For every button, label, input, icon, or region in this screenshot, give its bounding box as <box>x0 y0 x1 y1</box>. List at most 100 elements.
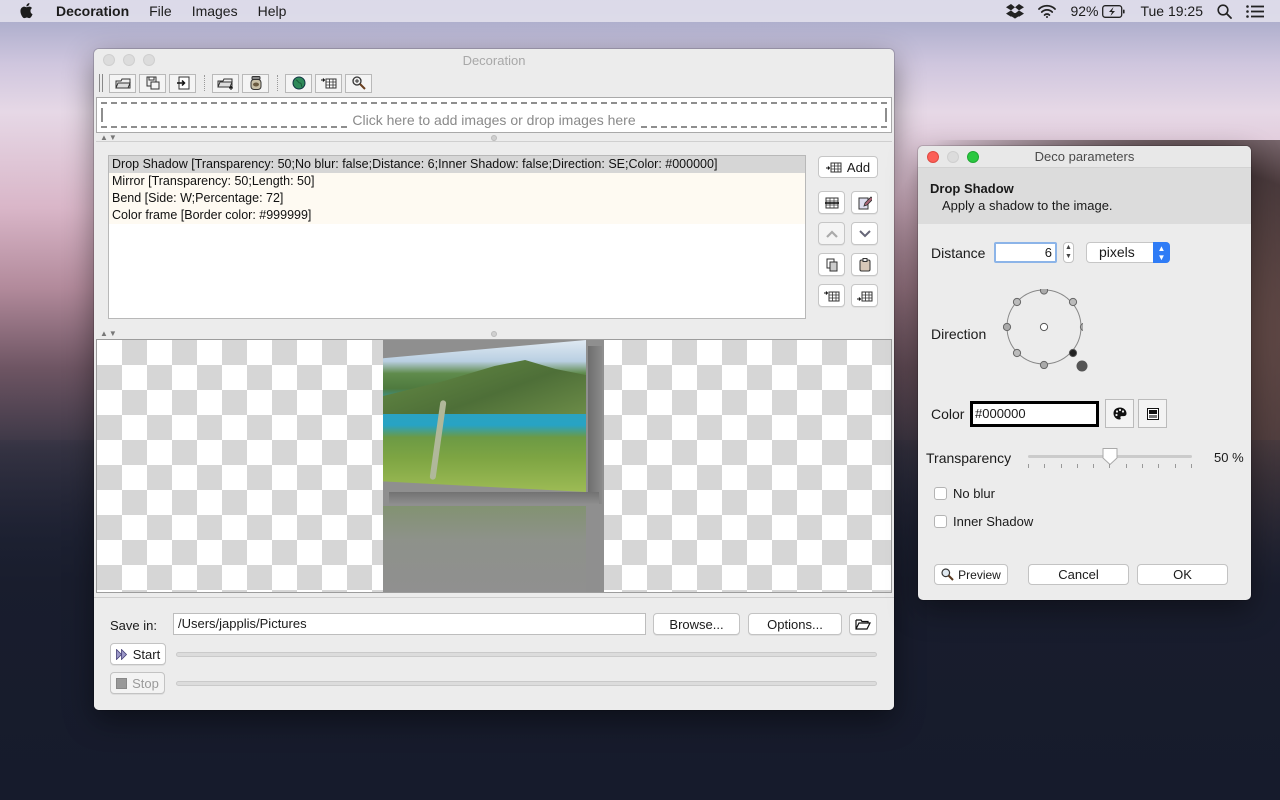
dialog-titlebar[interactable]: Deco parameters <box>918 146 1251 168</box>
color-input[interactable]: #000000 <box>970 401 1099 427</box>
decoration-description: Apply a shadow to the image. <box>942 198 1113 213</box>
color-chooser-icon <box>1146 407 1159 420</box>
decoration-item[interactable]: Color frame [Border color: #999999] <box>109 207 805 224</box>
dropbox-icon[interactable] <box>1006 3 1025 19</box>
start-button[interactable]: Start <box>110 643 166 665</box>
color-picker-button[interactable] <box>1138 399 1167 428</box>
direction-se[interactable] <box>1068 348 1078 358</box>
window-titlebar[interactable]: Decoration <box>94 49 894 71</box>
insert-table-icon <box>320 78 336 89</box>
toolbar-grip[interactable] <box>99 74 103 92</box>
copy-decoration-button[interactable] <box>818 253 845 276</box>
browse-button[interactable]: Browse... <box>653 613 740 635</box>
start-label: Start <box>132 646 161 662</box>
direction-e[interactable] <box>1079 323 1083 331</box>
jar-button[interactable] <box>242 73 269 93</box>
notification-center-icon[interactable] <box>1246 4 1264 18</box>
direction-wheel[interactable] <box>1003 289 1083 369</box>
save-in-label: Save in: <box>110 618 157 633</box>
save-button[interactable] <box>139 73 166 93</box>
decoration-item[interactable]: Mirror [Transparency: 50;Length: 50] <box>109 173 805 190</box>
dialog-zoom-button[interactable] <box>967 151 979 163</box>
photo-mountain <box>383 360 586 414</box>
add-folder-button[interactable] <box>212 73 239 93</box>
preview-button[interactable]: Preview <box>934 564 1008 585</box>
stop-button[interactable]: Stop <box>110 672 165 694</box>
drop-zone-text: Click here to add images or drop images … <box>350 112 638 128</box>
distance-stepper[interactable]: ▲ ▼ <box>1063 242 1074 263</box>
web-button[interactable] <box>285 73 312 93</box>
cancel-label: Cancel <box>1058 567 1099 582</box>
palette-icon <box>1113 407 1126 420</box>
ok-button[interactable]: OK <box>1137 564 1228 585</box>
cancel-button[interactable]: Cancel <box>1028 564 1129 585</box>
drop-zone-border: Click here to add images or drop images … <box>101 102 887 128</box>
menu-images[interactable]: Images <box>192 3 238 19</box>
toolbar-separator <box>277 75 278 91</box>
dialog-minimize-button[interactable] <box>947 151 959 163</box>
move-down-button[interactable] <box>851 222 878 245</box>
zoom-button[interactable] <box>143 54 155 66</box>
color-palette-button[interactable] <box>1105 399 1134 428</box>
insert-after-icon <box>856 291 872 301</box>
add-table-icon <box>825 162 842 173</box>
splitter-handle-2[interactable] <box>491 331 497 337</box>
direction-s[interactable] <box>1039 360 1049 369</box>
options-button[interactable]: Options... <box>748 613 842 635</box>
save-path-input[interactable]: /Users/japplis/Pictures <box>173 613 646 635</box>
wifi-icon[interactable] <box>1038 4 1057 18</box>
no-blur-label: No blur <box>953 486 995 501</box>
close-button[interactable] <box>103 54 115 66</box>
distance-input[interactable]: 6 <box>994 242 1057 263</box>
image-preview <box>96 339 892 593</box>
decoration-item[interactable]: Bend [Side: W;Percentage: 72] <box>109 190 805 207</box>
spotlight-search-icon[interactable] <box>1217 3 1232 19</box>
stop-label: Stop <box>132 675 159 691</box>
paste-decoration-button[interactable] <box>851 253 878 276</box>
dialog-close-button[interactable] <box>927 151 939 163</box>
menu-file[interactable]: File <box>149 3 172 19</box>
menu-help[interactable]: Help <box>258 3 287 19</box>
image-drop-zone[interactable]: Click here to add images or drop images … <box>96 97 892 133</box>
decoration-item[interactable]: Drop Shadow [Transparency: 50;No blur: f… <box>109 156 805 173</box>
direction-w[interactable] <box>1003 322 1012 332</box>
move-up-button[interactable] <box>818 222 845 245</box>
minimize-button[interactable] <box>123 54 135 66</box>
splitter-arrows-2[interactable]: ▲▼ <box>100 329 118 338</box>
direction-n[interactable] <box>1039 289 1049 295</box>
open-button[interactable] <box>109 73 136 93</box>
save-icon <box>146 76 159 90</box>
zoom-preview-button[interactable] <box>345 73 372 93</box>
insert-after-button[interactable] <box>851 284 878 307</box>
insert-table-button[interactable] <box>315 73 342 93</box>
battery-charging-icon[interactable] <box>1102 4 1126 18</box>
import-button[interactable] <box>169 73 196 93</box>
window-title: Decoration <box>462 52 526 68</box>
transparency-value: 50 % <box>1214 450 1244 465</box>
decoration-window: Decoration Click here to add images or d… <box>94 49 894 710</box>
clock[interactable]: Tue 19:25 <box>1140 3 1203 19</box>
edit-decoration-button[interactable] <box>851 191 878 214</box>
menu-app-name[interactable]: Decoration <box>56 3 129 19</box>
direction-center[interactable] <box>1039 322 1049 332</box>
no-blur-checkbox[interactable] <box>934 487 947 500</box>
inner-shadow-checkbox[interactable] <box>934 515 947 528</box>
preview-photo <box>383 340 586 492</box>
open-folder-button[interactable] <box>849 613 877 635</box>
decoration-name: Drop Shadow <box>930 181 1014 196</box>
insert-before-button[interactable] <box>818 284 845 307</box>
import-icon <box>176 76 189 90</box>
remove-icon <box>824 197 839 208</box>
direction-nw[interactable] <box>1012 297 1022 307</box>
magnifier-icon <box>941 568 954 581</box>
ok-label: OK <box>1173 567 1192 582</box>
distance-unit-select[interactable]: pixels ▲ ▼ <box>1086 242 1170 263</box>
color-label: Color <box>931 406 965 422</box>
decorations-list[interactable]: Drop Shadow [Transparency: 50;No blur: f… <box>108 155 806 319</box>
remove-decoration-button[interactable] <box>818 191 845 214</box>
direction-sw[interactable] <box>1012 348 1022 358</box>
deco-parameters-dialog: Deco parameters Drop Shadow Apply a shad… <box>918 146 1251 600</box>
direction-ne[interactable] <box>1068 297 1078 307</box>
add-decoration-button[interactable]: Add <box>818 156 878 178</box>
apple-menu-icon[interactable] <box>20 3 38 19</box>
